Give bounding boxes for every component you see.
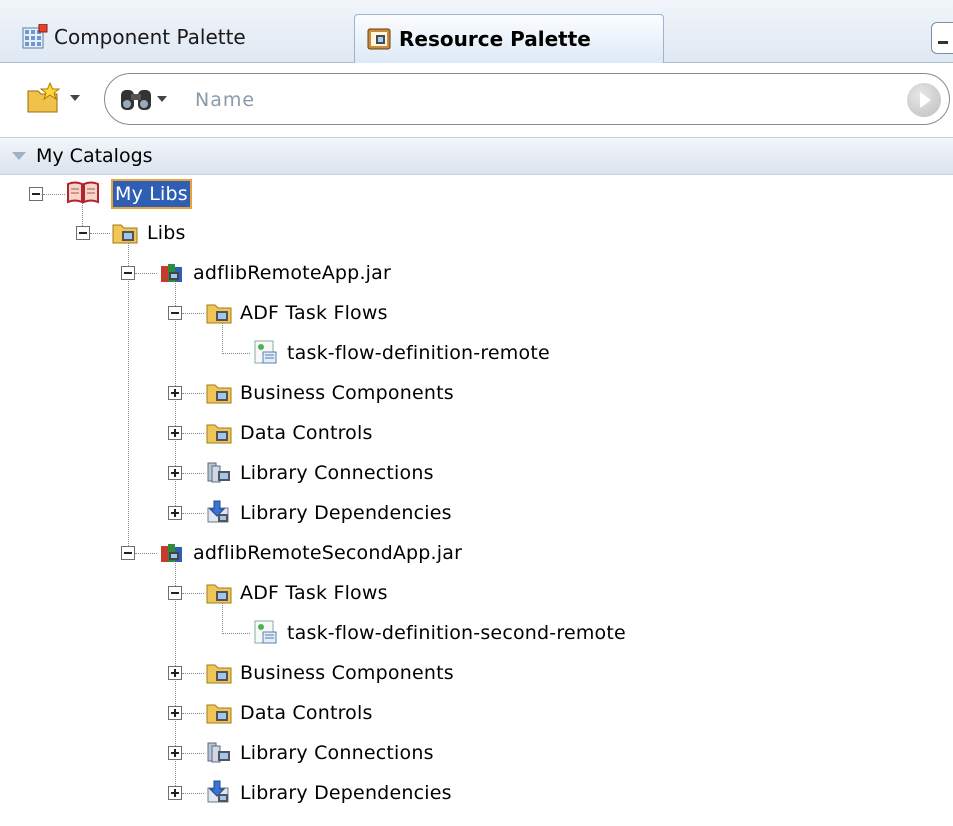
minimize-button[interactable]: [931, 22, 953, 54]
dependencies-icon: [207, 780, 229, 803]
jar-icon: [161, 264, 182, 282]
tree-connector: [182, 713, 204, 714]
folder-icon: [206, 384, 232, 404]
folder-icon: [206, 704, 232, 724]
tree-item-library-dependencies[interactable]: Library Dependencies: [240, 780, 452, 806]
expand-toggle[interactable]: [168, 666, 182, 680]
folder-icon: [206, 424, 232, 444]
folder-icon: [206, 584, 232, 604]
tree-item-library-connections[interactable]: Library Connections: [240, 740, 434, 766]
tree-item-adf-task-flows[interactable]: ADF Task Flows: [240, 300, 388, 326]
folder-icon: [112, 224, 138, 244]
collapse-toggle[interactable]: [121, 546, 135, 560]
catalog-tree: My Libs Libs adflibRemoteApp.jar ADF Tas…: [0, 174, 953, 824]
grid-palette-icon: [22, 24, 48, 49]
expand-triangle-icon[interactable]: [12, 152, 26, 160]
tree-connector: [182, 473, 204, 474]
tab-component-palette[interactable]: Component Palette: [2, 12, 332, 62]
tree-item-library-connections[interactable]: Library Connections: [240, 460, 434, 486]
new-folder-star-icon: [27, 81, 80, 113]
tree-item-library-dependencies[interactable]: Library Dependencies: [240, 500, 452, 526]
dependencies-icon: [207, 500, 229, 523]
tree-connector: [182, 513, 204, 514]
tree-connector: [135, 273, 157, 274]
tree-guide-line: [128, 232, 129, 554]
folder-icon: [206, 664, 232, 684]
tree-item-libs[interactable]: Libs: [147, 220, 186, 246]
task-flow-icon: [254, 620, 277, 644]
my-catalogs-header[interactable]: My Catalogs: [0, 137, 953, 175]
search-field[interactable]: [104, 73, 950, 125]
tree-item-business-components[interactable]: Business Components: [240, 660, 454, 686]
tree-item-data-controls[interactable]: Data Controls: [240, 420, 373, 446]
tree-connector: [222, 633, 250, 634]
palette-toolbar: [0, 63, 953, 136]
resource-palette-window: Component Palette Resource Palette Name …: [0, 0, 953, 826]
collapse-toggle[interactable]: [29, 187, 43, 201]
tree-connector: [182, 313, 204, 314]
tree-item-jar-2[interactable]: adflibRemoteSecondApp.jar: [193, 540, 462, 566]
tree-connector: [182, 673, 204, 674]
resource-book-icon: [367, 28, 391, 50]
tree-item-jar-1[interactable]: adflibRemoteApp.jar: [193, 260, 391, 286]
folder-icon: [206, 304, 232, 324]
section-label: My Catalogs: [36, 145, 153, 167]
tree-connector: [43, 194, 65, 195]
expand-toggle[interactable]: [168, 386, 182, 400]
tab-component-palette-label: Component Palette: [54, 25, 246, 49]
tree-connector: [90, 233, 110, 234]
collapse-toggle[interactable]: [168, 306, 182, 320]
connections-icon: [207, 462, 230, 483]
task-flow-icon: [254, 340, 277, 364]
tree-connector: [182, 593, 204, 594]
new-catalog-button[interactable]: [26, 81, 98, 117]
expand-toggle[interactable]: [168, 466, 182, 480]
expand-toggle[interactable]: [168, 746, 182, 760]
expand-toggle[interactable]: [168, 506, 182, 520]
tree-connector: [182, 433, 204, 434]
expand-toggle[interactable]: [168, 706, 182, 720]
tree-connector: [222, 353, 250, 354]
play-circle-icon[interactable]: [907, 83, 941, 117]
tree-item-adf-task-flows[interactable]: ADF Task Flows: [240, 580, 388, 606]
book-icon: [67, 181, 99, 204]
tab-resource-palette[interactable]: Resource Palette: [354, 14, 664, 63]
tree-connector: [135, 553, 157, 554]
tree-connector: [182, 393, 204, 394]
tree-item-task-flow[interactable]: task-flow-definition-remote: [287, 340, 550, 366]
expand-toggle[interactable]: [168, 786, 182, 800]
collapse-toggle[interactable]: [168, 586, 182, 600]
expand-toggle[interactable]: [168, 426, 182, 440]
tree-connector: [182, 793, 204, 794]
tree-item-business-components[interactable]: Business Components: [240, 380, 454, 406]
palette-tab-bar: Component Palette Resource Palette: [0, 0, 953, 63]
collapse-toggle[interactable]: [121, 266, 135, 280]
connections-icon: [207, 742, 230, 763]
jar-icon: [161, 544, 182, 562]
tree-item-my-libs[interactable]: My Libs: [111, 179, 192, 209]
tree-item-task-flow[interactable]: task-flow-definition-second-remote: [287, 620, 626, 646]
search-input[interactable]: [193, 83, 897, 117]
binoculars-icon[interactable]: [119, 84, 171, 114]
collapse-toggle[interactable]: [76, 226, 90, 240]
tree-item-data-controls[interactable]: Data Controls: [240, 700, 373, 726]
tree-connector: [182, 753, 204, 754]
tab-resource-palette-label: Resource Palette: [399, 27, 591, 51]
